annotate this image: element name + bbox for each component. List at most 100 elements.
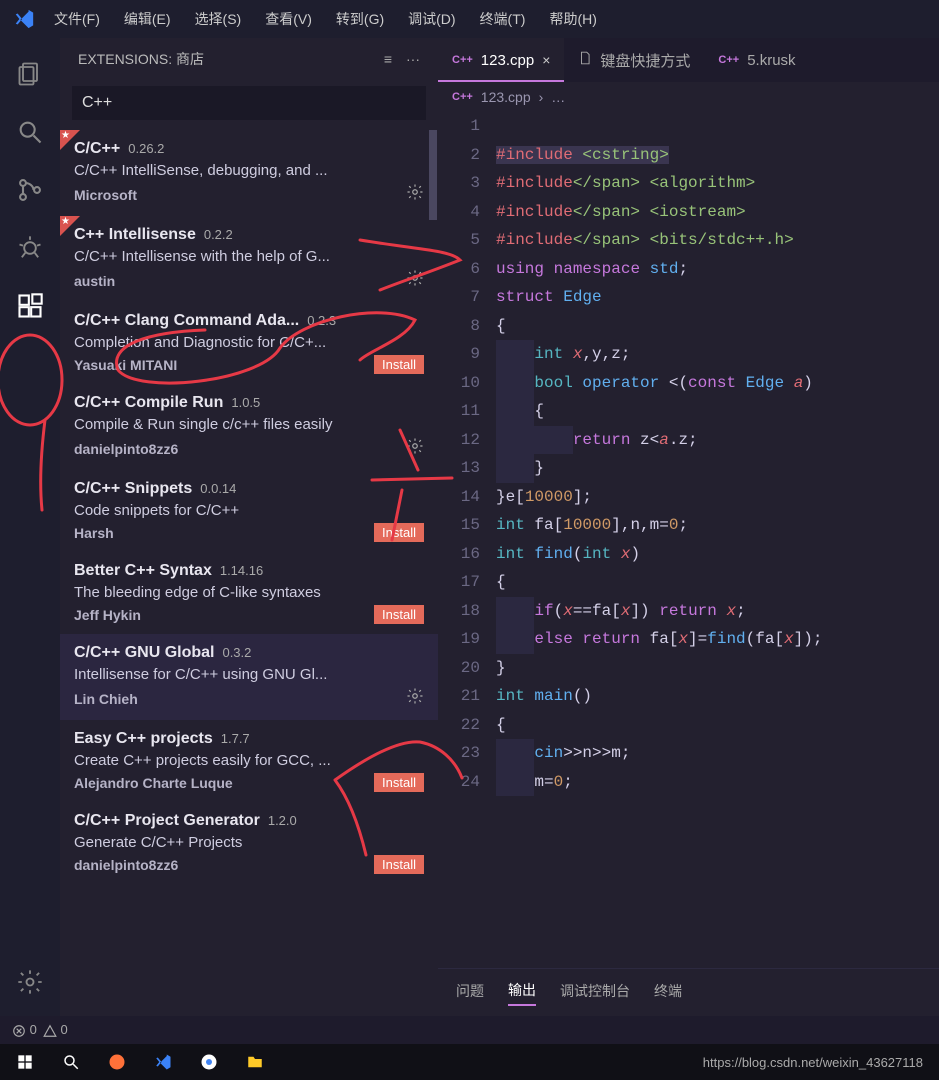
extension-item[interactable]: Better C++ Syntax 1.14.16 The bleeding edg… — [60, 552, 438, 634]
extension-name: C/C++ — [74, 140, 120, 158]
install-button[interactable]: Install — [374, 605, 424, 624]
menu-view[interactable]: 查看(V) — [253, 5, 324, 33]
menu-terminal[interactable]: 终端(T) — [468, 5, 538, 33]
extension-name: C/C++ Snippets — [74, 480, 192, 498]
warnings-status[interactable]: 0 — [43, 1022, 68, 1038]
extension-author: Jeff Hykin — [74, 607, 141, 623]
extension-author: danielpinto8zz6 — [74, 441, 178, 457]
settings-icon[interactable] — [6, 958, 54, 1006]
status-bar: 0 0 — [0, 1016, 939, 1044]
extension-author: austin — [74, 273, 115, 289]
panel-output[interactable]: 输出 — [508, 980, 536, 1006]
errors-status[interactable]: 0 — [12, 1022, 37, 1038]
extension-item[interactable]: C++ Intellisense 0.2.2 C/C++ Intellisense … — [60, 216, 438, 302]
menu-help[interactable]: 帮助(H) — [537, 5, 608, 33]
explorer-taskbar-icon[interactable] — [234, 1045, 276, 1079]
taskbar-search-icon[interactable] — [50, 1045, 92, 1079]
breadcrumb[interactable]: C++ 123.cpp › … — [438, 82, 939, 112]
extension-author: Yasuaki MITANI — [74, 357, 177, 373]
extension-description: Compile & Run single c/c++ files easily — [74, 416, 424, 433]
vscode-taskbar-icon[interactable] — [142, 1045, 184, 1079]
extension-description: Create C++ projects easily for GCC, ... — [74, 752, 424, 769]
extension-version: 0.2.2 — [204, 227, 233, 242]
extension-item[interactable]: C/C++ Project Generator 1.2.0 Generate C/C… — [60, 802, 438, 884]
gear-icon[interactable] — [406, 437, 424, 460]
extension-author: danielpinto8zz6 — [74, 857, 178, 873]
star-badge — [60, 130, 80, 150]
extension-name: C/C++ Clang Command Ada... — [74, 312, 299, 330]
gear-icon[interactable] — [406, 269, 424, 292]
extension-item[interactable]: C/C++ Clang Command Ada... 0.2.3 Completio… — [60, 302, 438, 384]
watermark: https://blog.csdn.net/weixin_43627118 — [703, 1055, 935, 1070]
extension-name: C/C++ Project Generator — [74, 812, 260, 830]
panel: 问题 输出 调试控制台 终端 — [438, 968, 939, 1016]
extension-item[interactable]: C/C++ Compile Run 1.0.5 Compile & Run sing… — [60, 384, 438, 470]
activity-bar — [0, 38, 60, 1016]
extension-name: C/C++ Compile Run — [74, 394, 223, 412]
extension-description: The bleeding edge of C-like syntaxes — [74, 584, 424, 601]
install-button[interactable]: Install — [374, 773, 424, 792]
extension-name: C++ Intellisense — [74, 226, 196, 244]
extension-description: C/C++ IntelliSense, debugging, and ... — [74, 162, 424, 179]
extension-version: 0.0.14 — [200, 481, 236, 496]
extension-description: C/C++ Intellisense with the help of G... — [74, 248, 424, 265]
install-button[interactable]: Install — [374, 523, 424, 542]
extension-search-input[interactable] — [72, 86, 426, 120]
windows-taskbar: https://blog.csdn.net/weixin_43627118 — [0, 1044, 939, 1080]
tab-123-cpp[interactable]: C++ 123.cpp × — [438, 38, 564, 82]
tab-keyboard-shortcuts[interactable]: 键盘快捷方式 — [564, 38, 704, 82]
extension-version: 1.0.5 — [231, 395, 260, 410]
file-icon — [578, 51, 592, 69]
extension-name: Better C++ Syntax — [74, 562, 212, 580]
more-icon[interactable]: ··· — [406, 51, 420, 67]
extension-name: C/C++ GNU Global — [74, 644, 214, 662]
menu-goto[interactable]: 转到(G) — [324, 5, 396, 33]
menu-edit[interactable]: 编辑(E) — [112, 5, 183, 33]
sidebar-title: EXTENSIONS: 商店 — [78, 49, 204, 69]
extension-version: 1.14.16 — [220, 563, 263, 578]
chrome-icon[interactable] — [188, 1045, 230, 1079]
extension-description: Completion and Diagnostic for C/C+... — [74, 334, 424, 351]
menu-debug[interactable]: 调试(D) — [396, 5, 467, 33]
gear-icon[interactable] — [406, 183, 424, 206]
tab-kruskal[interactable]: C++ 5.krusk — [704, 38, 809, 82]
extension-item[interactable]: C/C++ Snippets0.0.14Code snippets for C/… — [60, 470, 438, 552]
extension-description: Generate C/C++ Projects — [74, 834, 424, 851]
tab-bar: C++ 123.cpp × 键盘快捷方式 C++ 5.krusk — [438, 38, 939, 82]
extension-version: 0.3.2 — [222, 645, 251, 660]
extension-author: Harsh — [74, 525, 114, 541]
explorer-icon[interactable] — [6, 50, 54, 98]
panel-debug-console[interactable]: 调试控制台 — [560, 981, 630, 1005]
extension-author: Lin Chieh — [74, 691, 138, 707]
start-icon[interactable] — [4, 1045, 46, 1079]
extension-version: 0.26.2 — [128, 141, 164, 156]
code-editor[interactable]: 123456789101112131415161718192021222324 … — [438, 112, 939, 968]
firefox-icon[interactable] — [96, 1045, 138, 1079]
extension-item[interactable]: C/C++ 0.26.2 C/C++ IntelliSense, debugging… — [60, 130, 438, 216]
search-icon[interactable] — [6, 108, 54, 156]
panel-terminal[interactable]: 终端 — [654, 981, 682, 1005]
star-badge — [60, 216, 80, 236]
menu-select[interactable]: 选择(S) — [183, 5, 254, 33]
extensions-icon[interactable] — [6, 282, 54, 330]
vscode-logo — [6, 8, 42, 30]
extension-item[interactable]: Easy C++ projects 1.7.7 Create C++ project… — [60, 720, 438, 802]
install-button[interactable]: Install — [374, 355, 424, 374]
extension-item[interactable]: C/C++ GNU Global 0.3.2 Intellisense for C/… — [60, 634, 438, 720]
menu-file[interactable]: 文件(F) — [42, 5, 112, 33]
editor-area: C++ 123.cpp × 键盘快捷方式 C++ 5.krusk C++ 123… — [438, 38, 939, 1016]
extension-name: Easy C++ projects — [74, 730, 213, 748]
extension-author: Alejandro Charte Luque — [74, 775, 233, 791]
gear-icon[interactable] — [406, 687, 424, 710]
extension-version: 0.2.3 — [307, 313, 336, 328]
extension-list[interactable]: C/C++ 0.26.2 C/C++ IntelliSense, debugging… — [60, 130, 438, 1016]
extension-description: Intellisense for C/C++ using GNU Gl... — [74, 666, 424, 683]
close-icon[interactable]: × — [542, 52, 550, 68]
extension-version: 1.7.7 — [221, 731, 250, 746]
install-button[interactable]: Install — [374, 855, 424, 874]
debug-icon[interactable] — [6, 224, 54, 272]
panel-problems[interactable]: 问题 — [456, 981, 484, 1005]
extension-version: 1.2.0 — [268, 813, 297, 828]
filter-icon[interactable]: ≡ — [384, 51, 392, 67]
scm-icon[interactable] — [6, 166, 54, 214]
